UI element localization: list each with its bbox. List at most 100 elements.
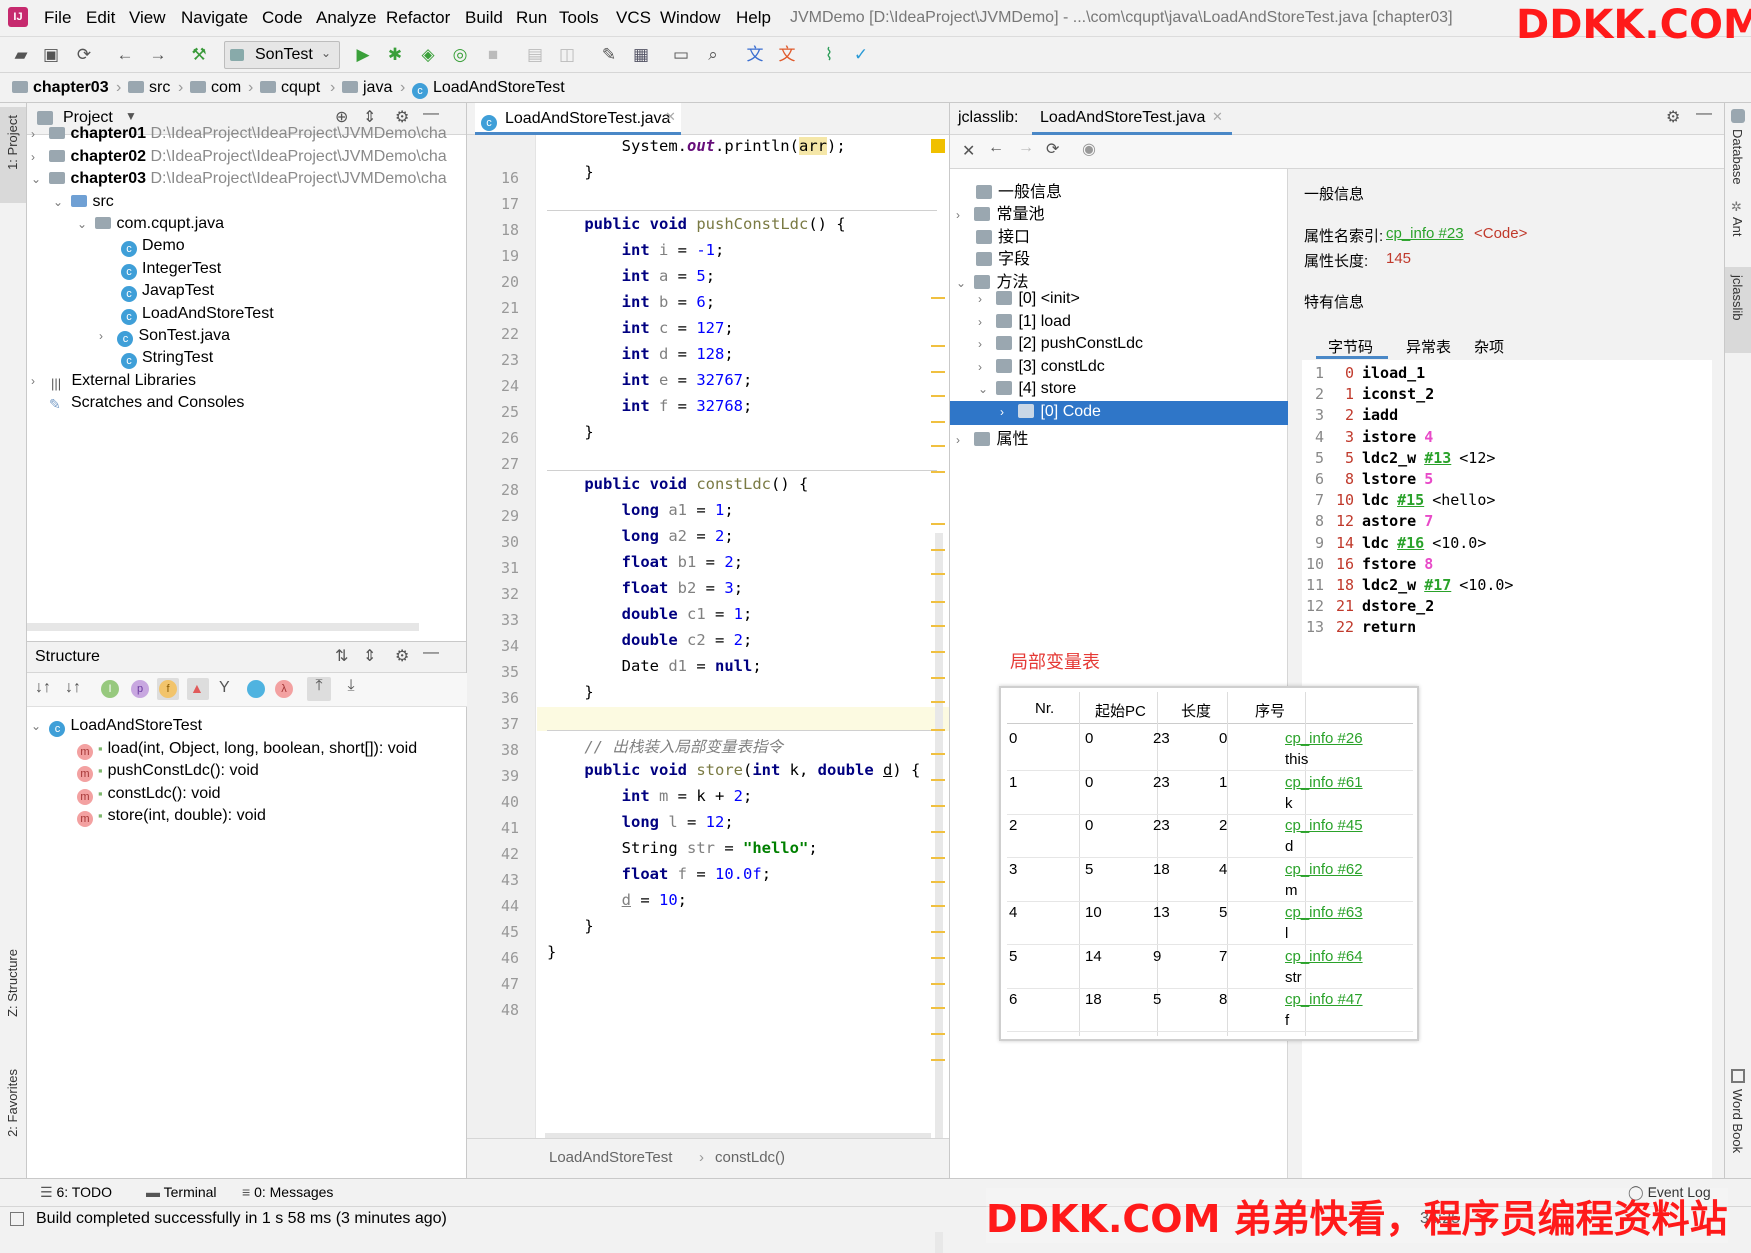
refresh-icon[interactable]: ⟳ bbox=[1046, 139, 1059, 159]
jc-tree-method-constldc[interactable]: › [3] constLdc bbox=[978, 358, 1105, 376]
search-icon[interactable]: ⌕ bbox=[702, 44, 724, 66]
jc-tree-constant-pool[interactable]: › 常量池 bbox=[956, 200, 1044, 224]
tree-item-sontest[interactable]: › c SonTest.java bbox=[99, 327, 230, 347]
layers-icon[interactable]: ◫ bbox=[556, 44, 578, 66]
warning-marker[interactable] bbox=[931, 1007, 945, 1009]
breadcrumb-item-class[interactable]: c LoadAndStoreTest bbox=[412, 79, 565, 99]
footer-method[interactable]: constLdc() bbox=[715, 1149, 785, 1166]
warning-marker[interactable] bbox=[931, 677, 945, 679]
structure-tool-tab[interactable]: Z: Structure bbox=[0, 943, 26, 1043]
breadcrumb-item-src[interactable]: src bbox=[128, 79, 170, 97]
code-line[interactable]: System.out.println(arr); bbox=[547, 137, 846, 155]
structure-method[interactable]: m ▪ pushConstLdc(): void bbox=[77, 762, 259, 782]
jclasslib-tab[interactable]: LoadAndStoreTest.java ✕ bbox=[1032, 103, 1232, 135]
bytecode-row[interactable]: 9 14 ldc #16 <10.0> bbox=[1302, 534, 1486, 552]
tree-item-demo[interactable]: c Demo bbox=[121, 237, 185, 257]
jc-tree-attributes[interactable]: › 属性 bbox=[956, 425, 1028, 449]
close-icon[interactable]: ✕ bbox=[962, 141, 975, 161]
anonymous-icon[interactable] bbox=[247, 680, 265, 698]
jc-tree-interfaces[interactable]: 接口 bbox=[976, 223, 1030, 247]
menu-run[interactable]: Run bbox=[516, 8, 547, 28]
stop-icon[interactable]: ■ bbox=[482, 44, 504, 66]
jc-tree-method-load[interactable]: › [1] load bbox=[978, 313, 1071, 331]
inherited-icon[interactable]: I bbox=[101, 680, 119, 698]
menu-edit[interactable]: Edit bbox=[86, 8, 115, 28]
coverage-icon[interactable]: ◈ bbox=[417, 44, 439, 66]
menu-vcs[interactable]: VCS bbox=[616, 8, 651, 28]
properties-icon[interactable]: p bbox=[131, 680, 149, 698]
breadcrumb-item-cqupt[interactable]: cqupt bbox=[260, 79, 320, 97]
project-tool-tab[interactable]: 1: Project bbox=[0, 107, 26, 203]
code-line[interactable]: float f = 10.0f; bbox=[547, 865, 771, 883]
collapse-all-icon[interactable]: ⇕ bbox=[363, 107, 376, 127]
warning-marker[interactable] bbox=[931, 729, 945, 731]
build-hammer-icon[interactable]: ⚒ bbox=[188, 44, 210, 66]
attach-icon[interactable]: ▤ bbox=[524, 44, 546, 66]
jc-tree-method-init[interactable]: › [0] <init> bbox=[978, 290, 1080, 308]
code-line[interactable]: int d = 128; bbox=[547, 345, 734, 363]
sort-visibility-icon[interactable]: ↓↑ bbox=[65, 679, 81, 697]
forward-icon[interactable]: → bbox=[147, 44, 169, 66]
warning-marker[interactable] bbox=[931, 549, 945, 551]
code-line[interactable]: String str = "hello"; bbox=[547, 839, 818, 857]
minimize-icon[interactable]: — bbox=[423, 644, 439, 662]
bytecode-row[interactable]: 10 16 fstore 8 bbox=[1302, 555, 1433, 573]
terminal-window-icon[interactable]: ▭ bbox=[670, 44, 692, 66]
code-line[interactable]: int m = k + 2; bbox=[547, 787, 753, 805]
warning-marker[interactable] bbox=[931, 1059, 945, 1061]
bytecode-row[interactable]: 2 1 iconst_2 bbox=[1302, 385, 1434, 403]
horizontal-scrollbar[interactable] bbox=[27, 623, 419, 631]
bytecode-row[interactable]: 13 22 return bbox=[1302, 618, 1416, 636]
warning-marker[interactable] bbox=[931, 601, 945, 603]
bytecode-row[interactable]: 11 18 ldc2_w #17 <10.0> bbox=[1302, 576, 1514, 594]
tree-item-loadandstoretest[interactable]: c LoadAndStoreTest bbox=[121, 305, 274, 325]
warning-marker[interactable] bbox=[931, 445, 945, 447]
code-line[interactable]: int i = -1; bbox=[547, 241, 725, 259]
warning-marker[interactable] bbox=[931, 471, 945, 473]
warning-marker[interactable] bbox=[931, 651, 945, 653]
check-circle-icon[interactable]: ✓ bbox=[850, 44, 872, 66]
tree-item-src[interactable]: ⌄ src bbox=[53, 193, 114, 211]
lvt-name-link[interactable]: cp_info #62 bbox=[1285, 861, 1363, 878]
code-line[interactable]: public void store(int k, double d) { bbox=[547, 761, 920, 779]
warning-marker[interactable] bbox=[931, 753, 945, 755]
favorites-tool-tab[interactable]: 2: Favorites bbox=[0, 1063, 26, 1163]
autoscroll-to-source-icon[interactable]: ⤒ bbox=[307, 677, 331, 701]
tab-bytecode[interactable]: 字节码 bbox=[1316, 333, 1388, 359]
code-line[interactable]: long a2 = 2; bbox=[547, 527, 734, 545]
jc-tree-method-pushconstldc[interactable]: › [2] pushConstLdc bbox=[978, 335, 1143, 353]
warning-marker[interactable] bbox=[931, 779, 945, 781]
code-line[interactable]: } bbox=[547, 423, 593, 441]
tree-item-chapter03[interactable]: ⌄ chapter03 D:\IdeaProject\IdeaProject\J… bbox=[31, 170, 447, 188]
tree-item-package[interactable]: ⌄ com.cqupt.java bbox=[77, 215, 224, 233]
jc-tree-methods[interactable]: ⌄ 方法 bbox=[956, 268, 1028, 292]
bytecode-row[interactable]: 4 3 istore 4 bbox=[1302, 428, 1433, 446]
jc-tree-general[interactable]: 一般信息 bbox=[976, 178, 1062, 202]
bytecode-cp-link[interactable]: #16 bbox=[1397, 534, 1424, 552]
menu-code[interactable]: Code bbox=[262, 8, 303, 28]
warning-marker[interactable] bbox=[931, 523, 945, 525]
open-folder-icon[interactable]: ▰ bbox=[10, 44, 32, 66]
bytecode-row[interactable]: 5 5 ldc2_w #13 <12> bbox=[1302, 449, 1495, 467]
attr-name-index-link[interactable]: cp_info #23 bbox=[1386, 225, 1464, 242]
status-toggle-icon[interactable] bbox=[10, 1212, 24, 1226]
tab-misc[interactable]: 杂项 bbox=[1474, 336, 1504, 357]
web-icon[interactable]: ◉ bbox=[1082, 139, 1096, 159]
jc-tree-code[interactable]: › [0] Code bbox=[1000, 403, 1101, 421]
minimize-icon[interactable]: — bbox=[1696, 105, 1712, 123]
breadcrumb-item-chapter03[interactable]: chapter03 bbox=[12, 79, 109, 97]
code-line[interactable]: Date d1 = null; bbox=[547, 657, 762, 675]
profile-icon[interactable]: ◎ bbox=[449, 44, 471, 66]
tree-item-integertest[interactable]: c IntegerTest bbox=[121, 260, 221, 280]
warning-marker[interactable] bbox=[931, 983, 945, 985]
gear-icon[interactable]: ⚙ bbox=[395, 646, 409, 666]
ant-tool-tab[interactable]: ✲ Ant bbox=[1725, 199, 1751, 259]
bytecode-cp-link[interactable]: #17 bbox=[1424, 576, 1451, 594]
back-icon[interactable]: ← bbox=[988, 139, 1004, 157]
warning-marker[interactable] bbox=[931, 831, 945, 833]
structure-method[interactable]: m ▪ constLdc(): void bbox=[77, 785, 221, 805]
menu-build[interactable]: Build bbox=[465, 8, 503, 28]
menu-view[interactable]: View bbox=[129, 8, 166, 28]
lock-icon[interactable]: ▲ bbox=[190, 680, 204, 696]
structure-root[interactable]: ⌄ c LoadAndStoreTest bbox=[31, 717, 202, 737]
